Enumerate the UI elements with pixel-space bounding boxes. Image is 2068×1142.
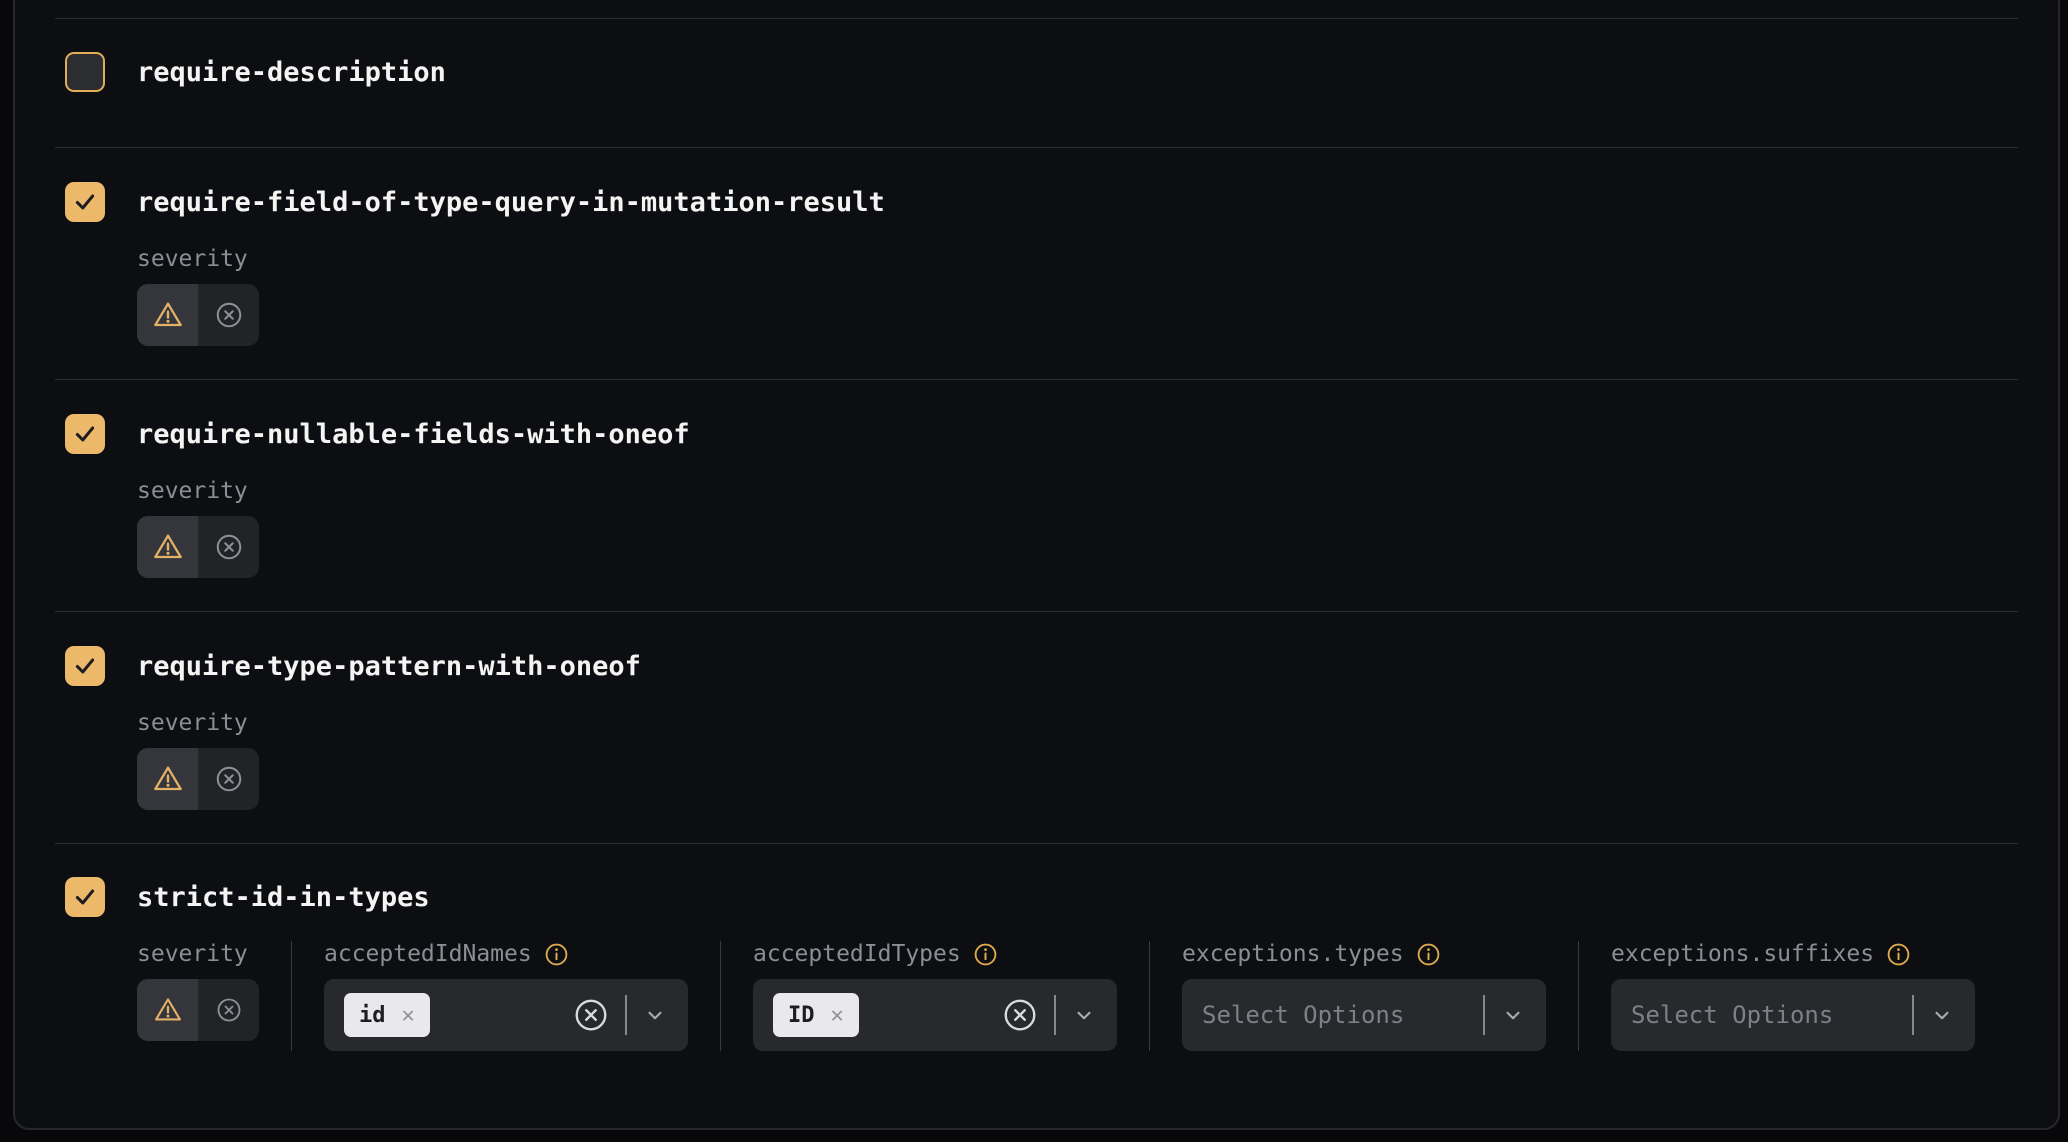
field-separator (1912, 995, 1914, 1035)
info-circle-icon[interactable] (973, 942, 998, 967)
rule-row: require-field-of-type-query-in-mutation-… (65, 182, 2018, 222)
rule-config-columns: severity accep (137, 941, 2018, 1051)
tag-label: ID (788, 1003, 815, 1028)
severity-toggle (137, 748, 259, 810)
rule-row: require-nullable-fields-with-oneof (65, 414, 2018, 454)
field-separator (1054, 995, 1056, 1035)
column-divider (720, 941, 721, 1051)
rule-row: require-description (65, 52, 2018, 92)
rule-section-require-description: require-description (55, 19, 2018, 148)
multiselect-acceptedIdNames[interactable]: id ✕ (324, 979, 688, 1051)
rule-checkbox[interactable] (65, 646, 105, 686)
rule-section-require-nullable-fields-with-oneof: require-nullable-fields-with-oneof sever… (55, 380, 2018, 612)
checkmark-icon (72, 884, 98, 910)
severity-toggle (137, 516, 259, 578)
checkmark-icon (72, 653, 98, 679)
tag-label: id (359, 1003, 386, 1028)
rule-config: severity (137, 478, 2018, 578)
severity-off-button[interactable] (198, 284, 259, 346)
severity-column: severity (137, 941, 259, 1051)
rule-name: require-field-of-type-query-in-mutation-… (137, 187, 885, 218)
info-circle-icon[interactable] (544, 942, 569, 967)
warning-triangle-icon (152, 531, 184, 563)
column-divider (1578, 941, 1579, 1051)
severity-warn-button[interactable] (137, 748, 198, 810)
option-label: exceptions.suffixes (1611, 941, 1874, 967)
checkmark-icon (72, 421, 98, 447)
multiselect-exceptions-suffixes[interactable]: Select Options (1611, 979, 1975, 1051)
multiselect-exceptions-types[interactable]: Select Options (1182, 979, 1546, 1051)
column-divider (1149, 941, 1150, 1051)
severity-label: severity (137, 246, 2018, 272)
tag-remove-icon[interactable]: ✕ (402, 1003, 415, 1028)
severity-warn-button[interactable] (137, 516, 198, 578)
option-column-exceptions-suffixes: exceptions.suffixes Select Options (1611, 941, 1975, 1051)
warning-triangle-icon (152, 299, 184, 331)
checkmark-icon (72, 189, 98, 215)
option-label: acceptedIdNames (324, 941, 532, 967)
info-circle-icon[interactable] (1416, 942, 1441, 967)
chevron-down-icon[interactable] (1500, 1002, 1526, 1028)
rule-row: require-type-pattern-with-oneof (65, 646, 2018, 686)
rule-name: require-nullable-fields-with-oneof (137, 419, 690, 450)
rule-section-require-field-of-type-query-in-mutation-result: require-field-of-type-query-in-mutation-… (55, 148, 2018, 380)
rule-name: require-description (137, 57, 446, 88)
rule-checkbox[interactable] (65, 182, 105, 222)
severity-toggle (137, 284, 259, 346)
severity-off-button[interactable] (198, 516, 259, 578)
selected-tag: ID ✕ (773, 993, 859, 1037)
rule-checkbox[interactable] (65, 877, 105, 917)
rule-section-require-type-pattern-with-oneof: require-type-pattern-with-oneof severity (55, 612, 2018, 844)
chevron-down-icon[interactable] (1929, 1002, 1955, 1028)
multiselect-acceptedIdTypes[interactable]: ID ✕ (753, 979, 1117, 1051)
severity-label: severity (137, 941, 259, 967)
severity-label: severity (137, 710, 2018, 736)
circle-x-icon (214, 300, 244, 330)
rule-config: severity (137, 710, 2018, 810)
option-column-acceptedIdNames: acceptedIdNames id ✕ (324, 941, 688, 1051)
rule-section-strict-id-in-types: strict-id-in-types severity (55, 844, 2018, 1051)
rule-name: require-type-pattern-with-oneof (137, 651, 641, 682)
severity-warn-button[interactable] (137, 284, 198, 346)
rule-checkbox[interactable] (65, 52, 105, 92)
circle-x-icon (214, 532, 244, 562)
rules-panel: require-description require-field-of-typ… (13, 0, 2060, 1130)
severity-label: severity (137, 478, 2018, 504)
warning-triangle-icon (152, 763, 184, 795)
rule-checkbox[interactable] (65, 414, 105, 454)
severity-warn-button[interactable] (137, 979, 198, 1041)
info-circle-icon[interactable] (1886, 942, 1911, 967)
chevron-down-icon[interactable] (642, 1002, 668, 1028)
circle-x-icon (214, 764, 244, 794)
panel-top-spacer (55, 0, 2018, 19)
rule-config: severity (137, 246, 2018, 346)
field-separator (625, 995, 627, 1035)
severity-off-button[interactable] (198, 979, 259, 1041)
option-column-exceptions-types: exceptions.types Select Options (1182, 941, 1546, 1051)
warning-triangle-icon (153, 995, 183, 1025)
circle-x-icon (215, 996, 243, 1024)
clear-selection-icon[interactable] (1001, 996, 1039, 1034)
select-placeholder: Select Options (1631, 1001, 1833, 1029)
clear-selection-icon[interactable] (572, 996, 610, 1034)
rule-row: strict-id-in-types (65, 877, 2018, 917)
selected-tag: id ✕ (344, 993, 430, 1037)
option-column-acceptedIdTypes: acceptedIdTypes ID ✕ (753, 941, 1117, 1051)
column-divider (291, 941, 292, 1051)
option-label: exceptions.types (1182, 941, 1404, 967)
select-placeholder: Select Options (1202, 1001, 1404, 1029)
field-separator (1483, 995, 1485, 1035)
option-label: acceptedIdTypes (753, 941, 961, 967)
severity-off-button[interactable] (198, 748, 259, 810)
tag-remove-icon[interactable]: ✕ (831, 1003, 844, 1028)
severity-toggle (137, 979, 259, 1041)
chevron-down-icon[interactable] (1071, 1002, 1097, 1028)
rule-name: strict-id-in-types (137, 882, 430, 913)
